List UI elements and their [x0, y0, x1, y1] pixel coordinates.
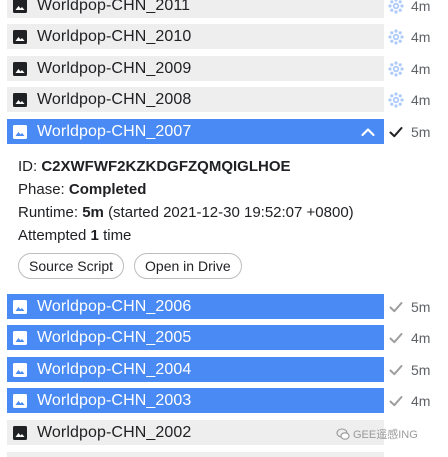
chevron-up-icon[interactable]	[360, 124, 376, 140]
task-duration: 4m	[411, 329, 431, 346]
runtime-started: (started 2021-12-30 19:52:07 +0800)	[108, 204, 354, 221]
task-name: Worldpop-CHN_2005	[37, 328, 192, 346]
task-runtime-line: Runtime: 5m (started 2021-12-30 19:52:07…	[18, 201, 398, 224]
image-icon	[13, 29, 27, 44]
task-name: Worldpop-CHN_2006	[37, 297, 192, 315]
image-icon	[13, 61, 27, 76]
check-icon	[389, 332, 403, 343]
task-row[interactable]: Worldpop-CHN_2002	[7, 420, 384, 445]
image-icon	[13, 0, 27, 13]
task-row[interactable]: Worldpop-CHN_2004	[7, 357, 384, 382]
task-status: 5m	[388, 357, 440, 382]
task-attempted-line: Attempted 1 time	[18, 224, 398, 247]
attempted-count: 1	[90, 227, 99, 244]
task-status: 4m	[388, 325, 440, 350]
task-name: Worldpop-CHN_2002	[37, 423, 192, 441]
open-in-drive-button[interactable]: Open in Drive	[134, 253, 242, 279]
phase-value: Completed	[68, 181, 147, 198]
phase-label: Phase:	[18, 181, 65, 198]
image-icon	[13, 393, 27, 408]
task-row[interactable]: Worldpop-CHN_2009	[7, 56, 384, 81]
check-icon	[389, 364, 403, 375]
attempted-suffix: time	[103, 227, 132, 244]
spinner-gear-icon	[388, 0, 404, 14]
id-label: ID:	[18, 158, 38, 175]
image-icon	[13, 330, 27, 345]
source-script-button[interactable]: Source Script	[18, 253, 125, 279]
attempted-prefix: Attempted	[18, 227, 87, 244]
spinner-gear-icon	[388, 28, 404, 45]
task-phase-line: Phase: Completed	[18, 178, 398, 201]
task-row-expanded[interactable]: Worldpop-CHN_2007	[7, 119, 384, 144]
image-icon	[13, 425, 27, 440]
check-icon	[389, 301, 403, 312]
task-duration: 4m	[411, 28, 431, 45]
task-row[interactable]: Worldpop-CHN_2011	[7, 0, 384, 18]
task-row[interactable]: Worldpop-CHN_2006	[7, 294, 384, 319]
task-duration: 4m	[411, 0, 431, 14]
runtime-value: 5m	[82, 204, 104, 221]
check-icon	[389, 126, 403, 137]
task-row[interactable]: Worldpop-CHN_2010	[7, 24, 384, 49]
task-row[interactable]: Worldpop-CHN_2005	[7, 325, 384, 350]
task-name: Worldpop-CHN_2004	[37, 360, 192, 378]
task-duration: 5m	[411, 298, 431, 315]
image-icon	[13, 299, 27, 314]
id-value: C2XWFWF2KZKDGFZQMQIGLHOE	[41, 158, 291, 175]
task-name: Worldpop-CHN_2011	[37, 0, 191, 14]
task-row[interactable]: Worldpop-CHN_2003	[7, 388, 384, 413]
image-icon	[13, 92, 27, 107]
task-status: 4m	[388, 87, 440, 112]
task-name: Worldpop-CHN_2008	[37, 90, 192, 108]
task-name: Worldpop-CHN_2009	[37, 59, 192, 77]
runtime-label: Runtime:	[18, 204, 79, 221]
task-duration: 5m	[411, 123, 431, 140]
watermark: GEE遥感ING	[336, 424, 418, 444]
image-icon	[13, 124, 27, 139]
task-status: 4m	[388, 388, 440, 413]
task-duration: 5m	[411, 361, 431, 378]
spinner-gear-icon	[388, 91, 404, 108]
spinner-gear-icon	[388, 60, 404, 77]
task-status: 4m	[388, 56, 440, 81]
image-icon	[13, 362, 27, 377]
check-icon	[389, 395, 403, 406]
task-row[interactable]	[7, 452, 384, 457]
task-id-line: ID: C2XWFWF2KZKDGFZQMQIGLHOE	[18, 155, 398, 178]
task-row[interactable]: Worldpop-CHN_2008	[7, 87, 384, 112]
task-status: 5m	[388, 294, 440, 319]
task-duration: 4m	[411, 392, 431, 409]
task-name: Worldpop-CHN_2010	[37, 27, 192, 45]
task-status: 5m	[388, 119, 440, 144]
watermark-text: GEE遥感ING	[353, 429, 418, 441]
task-status: 4m	[388, 24, 440, 49]
task-name: Worldpop-CHN_2003	[37, 391, 192, 409]
task-duration: 4m	[411, 60, 431, 77]
task-actions: Source Script Open in Drive	[18, 253, 398, 279]
task-name: Worldpop-CHN_2007	[37, 122, 192, 140]
task-status: 4m	[388, 0, 440, 18]
task-details: ID: C2XWFWF2KZKDGFZQMQIGLHOE Phase: Comp…	[18, 155, 398, 279]
task-duration: 4m	[411, 91, 431, 108]
wechat-icon	[336, 428, 350, 440]
